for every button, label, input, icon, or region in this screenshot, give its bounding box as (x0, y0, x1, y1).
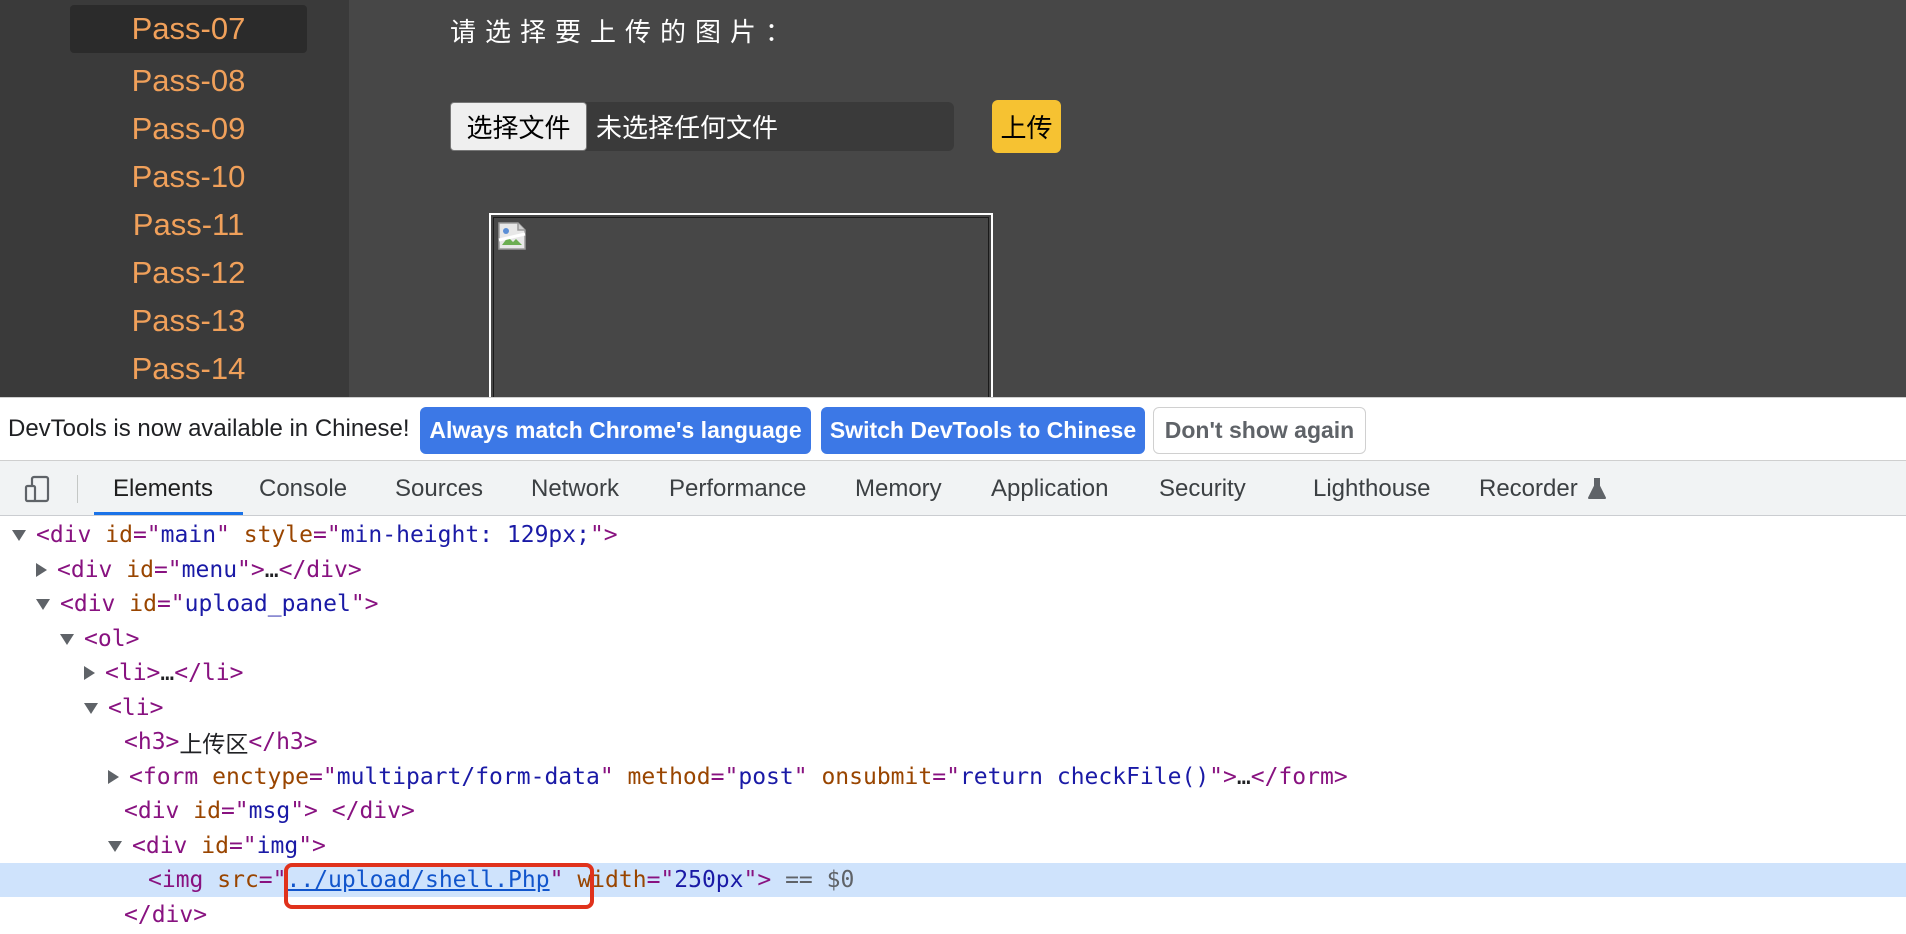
tab-performance[interactable]: Performance (669, 461, 806, 516)
tree-row-upload-panel[interactable]: <div id =" upload_panel "> (0, 587, 1906, 621)
tab-memory[interactable]: Memory (855, 461, 942, 516)
tree-row-h3[interactable]: <h3> 上传区 </h3> (0, 725, 1906, 759)
active-tab-indicator (94, 512, 243, 515)
upload-button[interactable]: 上传 (992, 100, 1061, 153)
tree-row-li[interactable]: < li > (0, 691, 1906, 725)
expand-triangle-icon[interactable] (108, 840, 122, 852)
tree-row-menu[interactable]: <div id =" menu ">… </div> (0, 553, 1906, 587)
tab-recorder-label: Recorder (1479, 474, 1578, 502)
tab-sources[interactable]: Sources (395, 461, 483, 516)
sidebar-item-pass-13[interactable]: Pass-13 (70, 297, 307, 345)
src-highlight-annotation (284, 863, 594, 909)
uploaded-image-frame (489, 213, 993, 397)
dont-show-again-button[interactable]: Don't show again (1153, 407, 1366, 454)
tab-console[interactable]: Console (259, 461, 347, 516)
expand-triangle-icon[interactable] (60, 633, 74, 645)
switch-to-chinese-button[interactable]: Switch DevTools to Chinese (821, 407, 1145, 454)
tree-row-li-collapsed[interactable]: <li>… </li> (0, 656, 1906, 690)
always-match-language-button[interactable]: Always match Chrome's language (420, 407, 811, 454)
collapse-triangle-icon[interactable] (84, 666, 95, 680)
expand-triangle-icon[interactable] (12, 529, 26, 541)
tab-security[interactable]: Security (1159, 461, 1246, 516)
upload-prompt: 请选择要上传的图片： (450, 18, 801, 48)
devtools-tabbar: Elements Console Sources Network Perform… (0, 461, 1906, 516)
sidebar-item-pass-11[interactable]: Pass-11 (70, 201, 307, 249)
sidebar-item-pass-12[interactable]: Pass-12 (70, 249, 307, 297)
tree-row-form[interactable]: <form enctype =" multipart/form-data " meth… (0, 760, 1906, 794)
tab-application[interactable]: Application (991, 461, 1108, 516)
image-frame-inner (493, 217, 989, 397)
no-file-label: 未选择任何文件 (596, 114, 779, 144)
collapse-triangle-icon[interactable] (108, 770, 119, 784)
choose-file-button[interactable]: 选择文件 (450, 102, 587, 151)
level-sidebar: Pass-07 Pass-08 Pass-09 Pass-10 Pass-11 … (0, 0, 349, 397)
tree-row-msg[interactable]: <div id =" msg "> </div> (0, 794, 1906, 828)
tab-elements[interactable]: Elements (113, 461, 213, 516)
tab-network[interactable]: Network (531, 461, 619, 516)
tree-row-main[interactable]: <div id =" main " style =" min-height: 129px;… (0, 518, 1906, 552)
broken-image-icon (498, 222, 526, 250)
sidebar-item-pass-08[interactable]: Pass-08 (70, 57, 307, 105)
collapse-triangle-icon[interactable] (36, 563, 47, 577)
expand-triangle-icon[interactable] (36, 598, 50, 610)
sidebar-item-pass-10[interactable]: Pass-10 (70, 153, 307, 201)
devtools-language-infobar: DevTools is now available in Chinese! Al… (0, 397, 1906, 461)
device-toolbar-icon[interactable] (22, 473, 54, 505)
page-viewport: Pass-07 Pass-08 Pass-09 Pass-10 Pass-11 … (0, 0, 1906, 397)
sidebar-item-pass-14[interactable]: Pass-14 (70, 345, 307, 393)
tree-row-ol[interactable]: < ol > (0, 622, 1906, 656)
expand-triangle-icon[interactable] (84, 702, 98, 714)
infobar-message: DevTools is now available in Chinese! (8, 415, 410, 442)
tab-recorder[interactable]: Recorder (1479, 461, 1608, 516)
file-input[interactable]: 选择文件 未选择任何文件 (450, 102, 954, 151)
flask-icon (1587, 477, 1606, 499)
tree-row-img-div[interactable]: <div id =" img "> (0, 829, 1906, 863)
sidebar-item-pass-09[interactable]: Pass-09 (70, 105, 307, 153)
sidebar-item-pass-07[interactable]: Pass-07 (70, 5, 307, 53)
tab-separator (77, 475, 78, 503)
tab-lighthouse[interactable]: Lighthouse (1313, 461, 1430, 516)
